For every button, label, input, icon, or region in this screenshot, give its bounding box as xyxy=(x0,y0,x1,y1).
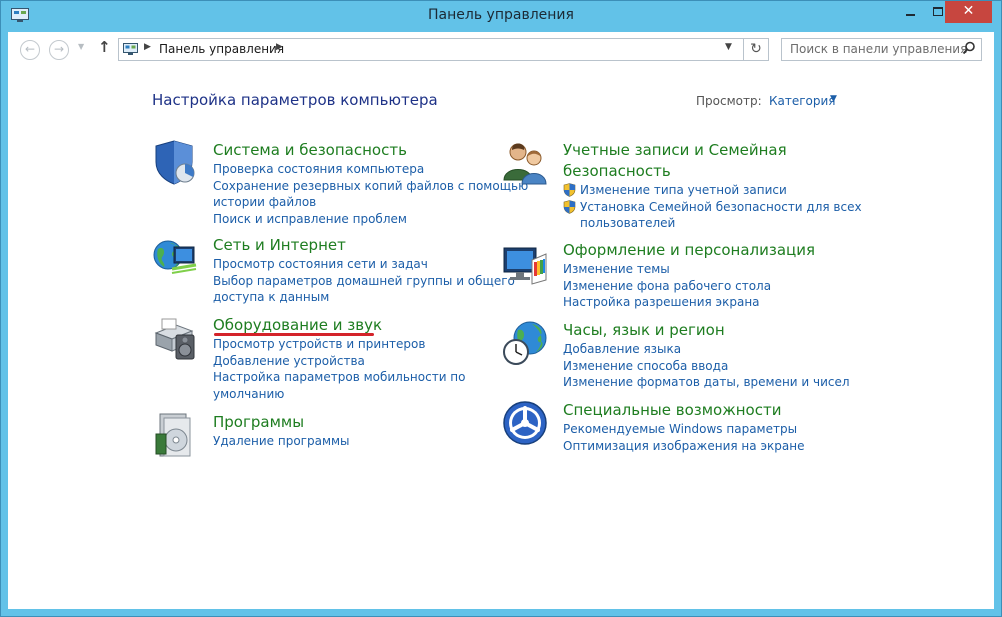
page-title: Настройка параметров компьютера xyxy=(152,91,438,109)
category-link[interactable]: Сохранение резервных копий файлов с помо… xyxy=(213,178,528,195)
breadcrumb-separator-icon[interactable]: ▶ xyxy=(276,42,283,52)
printer-speaker-icon xyxy=(154,318,195,360)
close-button[interactable]: ✕ xyxy=(945,1,992,23)
category-link[interactable]: доступа к данным xyxy=(213,289,515,306)
window: Панель управления ✕ ← → ▼ ↑ ▶ Панель упр… xyxy=(0,0,1002,617)
clock-globe-icon xyxy=(503,321,547,365)
view-by-label: Просмотр: xyxy=(696,94,762,108)
search-icon[interactable] xyxy=(962,41,976,55)
category-title[interactable]: Оформление и персонализация xyxy=(563,240,815,261)
breadcrumb-control-panel[interactable]: Панель управления xyxy=(159,42,284,56)
category-title[interactable]: Специальные возможности xyxy=(563,400,804,421)
accessibility-icon xyxy=(503,401,547,445)
content-area: ← → ▼ ↑ ▶ Панель управления ▶ ▼ ↻ Поиск … xyxy=(8,32,994,609)
category-user-accounts: Учетные записи и Семейная безопасность И… xyxy=(503,140,862,232)
category-link[interactable]: Выбор параметров домашней группы и общег… xyxy=(213,273,515,290)
category-link[interactable]: Настройка разрешения экрана xyxy=(563,294,815,311)
category-link[interactable]: Поиск и исправление проблем xyxy=(213,211,528,228)
forward-button[interactable]: → xyxy=(49,40,69,60)
category-title[interactable]: Программы xyxy=(213,412,350,433)
category-title[interactable]: Сеть и Интернет xyxy=(213,235,515,256)
up-button[interactable]: ↑ xyxy=(98,38,111,56)
programs-disc-icon xyxy=(155,413,191,457)
category-link[interactable]: Изменение способа ввода xyxy=(563,358,850,375)
category-link[interactable]: Установка Семейной безопасности для всех xyxy=(563,199,862,216)
category-link-label[interactable]: Изменение типа учетной записи xyxy=(580,183,787,197)
category-network-internet: Сеть и Интернет Просмотр состояния сети … xyxy=(153,235,515,306)
category-title[interactable]: Система и безопасность xyxy=(213,140,528,161)
control-panel-icon xyxy=(123,43,138,55)
category-link[interactable]: Удаление программы xyxy=(213,433,350,450)
search-input[interactable]: Поиск в панели управления xyxy=(781,38,982,61)
category-title[interactable]: безопасность xyxy=(563,161,862,182)
maximize-icon xyxy=(933,7,943,16)
view-by-dropdown[interactable]: Категория xyxy=(769,94,836,108)
annotation-underline xyxy=(214,333,374,336)
category-link[interactable]: Изменение фона рабочего стола xyxy=(563,278,815,295)
minimize-button[interactable] xyxy=(896,1,923,23)
uac-shield-icon xyxy=(563,183,576,197)
category-link[interactable]: Настройка параметров мобильности по xyxy=(213,369,466,386)
category-link[interactable]: истории файлов xyxy=(213,194,528,211)
category-appearance: Оформление и персонализация Изменение те… xyxy=(503,240,815,311)
category-link[interactable]: Изменение темы xyxy=(563,261,815,278)
title-bar[interactable]: Панель управления ✕ xyxy=(1,1,1001,32)
shield-icon xyxy=(155,140,195,185)
recent-locations-icon[interactable]: ▼ xyxy=(78,42,84,51)
chevron-down-icon[interactable]: ▼ xyxy=(725,42,732,52)
category-title[interactable]: Учетные записи и Семейная xyxy=(563,140,862,161)
monitor-palette-icon xyxy=(503,247,547,285)
category-title[interactable]: Часы, язык и регион xyxy=(563,320,850,341)
category-link[interactable]: Рекомендуемые Windows параметры xyxy=(563,421,804,438)
category-link[interactable]: Добавление устройства xyxy=(213,353,466,370)
category-hardware-sound: Оборудование и звук Просмотр устройств и… xyxy=(154,315,466,403)
category-link[interactable]: Изменение типа учетной записи xyxy=(563,182,862,199)
category-link[interactable]: Изменение форматов даты, времени и чисел xyxy=(563,374,850,391)
category-link-label[interactable]: Установка Семейной безопасности для всех xyxy=(580,200,862,214)
category-link[interactable]: Проверка состояния компьютера xyxy=(213,161,528,178)
category-link[interactable]: Просмотр состояния сети и задач xyxy=(213,256,515,273)
window-title: Панель управления xyxy=(428,7,574,23)
category-clock-language-region: Часы, язык и регион Добавление языка Изм… xyxy=(503,320,850,391)
users-icon xyxy=(503,143,547,185)
category-link[interactable]: Добавление языка xyxy=(563,341,850,358)
refresh-button[interactable]: ↻ xyxy=(743,38,769,61)
category-link[interactable]: Оптимизация изображения на экране xyxy=(563,438,804,455)
network-globe-icon xyxy=(153,240,197,274)
category-programs: Программы Удаление программы xyxy=(155,412,350,457)
category-system-security: Система и безопасность Проверка состояни… xyxy=(155,140,528,228)
category-link[interactable]: Просмотр устройств и принтеров xyxy=(213,336,466,353)
address-bar[interactable]: ▶ Панель управления ▶ ▼ xyxy=(118,38,744,61)
breadcrumb-separator-icon[interactable]: ▶ xyxy=(144,42,151,52)
category-link[interactable]: умолчанию xyxy=(213,386,466,403)
search-placeholder: Поиск в панели управления xyxy=(790,42,968,56)
uac-shield-icon xyxy=(563,199,576,214)
close-icon: ✕ xyxy=(962,3,975,19)
chevron-down-icon[interactable]: ▼ xyxy=(830,94,837,104)
minimize-icon xyxy=(906,14,915,16)
category-link[interactable]: пользователей xyxy=(563,215,862,232)
category-ease-of-access: Специальные возможности Рекомендуемые Wi… xyxy=(503,400,804,455)
back-button[interactable]: ← xyxy=(20,40,40,60)
